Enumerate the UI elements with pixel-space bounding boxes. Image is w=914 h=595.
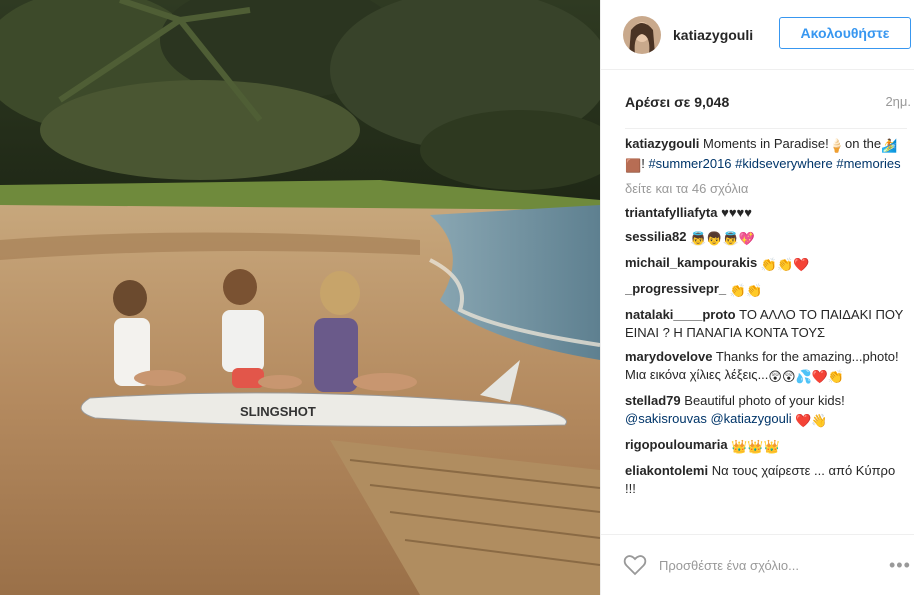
ice-cream-icon: 🍦	[828, 138, 845, 153]
people-emoji-icon: 👼👦👼💖	[690, 231, 755, 246]
comment-username[interactable]: rigopouloumaria	[625, 437, 728, 452]
hashtag-memories[interactable]: #memories	[836, 156, 900, 171]
comment-input[interactable]	[659, 552, 889, 578]
post-time[interactable]: 2ημ.	[885, 94, 911, 110]
hashtag-summer2016[interactable]: #summer2016	[648, 156, 731, 171]
comment: triantafylliafyta ♥♥♥♥	[625, 204, 907, 222]
faces-heart-icon: 😲😲💦❤️👏	[768, 369, 845, 384]
follow-button[interactable]: Ακολουθήστε	[779, 17, 911, 49]
mention-link[interactable]: @sakisrouvas	[625, 411, 707, 426]
heart-wave-icon: ❤️👋	[795, 413, 828, 428]
comment-username[interactable]: natalaki____proto	[625, 307, 736, 322]
comment: _progressivepr_ 👏👏	[625, 280, 907, 300]
crown-icon: 👑👑👑	[731, 439, 780, 454]
comment-username[interactable]: eliakontolemi	[625, 463, 708, 478]
avatar[interactable]	[623, 15, 661, 54]
caption: katiazygouli Moments in Paradise!🍦on the…	[625, 135, 907, 175]
caption-text: Moments in Paradise!	[703, 136, 829, 151]
hashtag-kidseverywhere[interactable]: #kidseverywhere	[735, 156, 833, 171]
mention-link[interactable]: @katiazygouli	[710, 411, 791, 426]
beach-photo: SLINGSHOT	[0, 0, 600, 595]
post-side-panel: katiazygouli Ακολουθήστε Αρέσει σε 9,048…	[600, 0, 914, 595]
likes-row: Αρέσει σε 9,048 2ημ.	[625, 94, 911, 110]
comment: rigopouloumaria 👑👑👑	[625, 436, 907, 456]
comment: natalaki____proto ΤΟ ΑΛΛΟ ΤΟ ΠΑΙΔΑΚΙ ΠΟΥ…	[625, 306, 907, 342]
caption-username[interactable]: katiazygouli	[625, 136, 699, 151]
clap-icon: 👏👏	[729, 283, 763, 298]
post-photo[interactable]: SLINGSHOT	[0, 0, 600, 595]
caption-text-exclaim: !	[641, 156, 645, 171]
caption-text-on: on	[844, 136, 860, 151]
more-options-icon[interactable]: •••	[889, 555, 911, 576]
comment: eliakontolemi Να τους χαίρεστε ... από Κ…	[625, 462, 907, 498]
comment-text: Beautiful photo of your kids!	[684, 393, 845, 408]
board-icon: 🟫	[625, 158, 642, 173]
caption-text-the: the	[863, 136, 882, 151]
post-header: katiazygouli Ακολουθήστε	[601, 0, 914, 70]
comment-username[interactable]: _progressivepr_	[625, 281, 726, 296]
comment: stellad79 Beautiful photo of your kids! …	[625, 392, 907, 430]
clap-heart-icon: 👏👏❤️	[760, 257, 810, 272]
add-comment-row: •••	[601, 534, 914, 595]
instagram-post: SLINGSHOT katiazygouli Ακολουθήστε Αρέσε…	[0, 0, 914, 595]
comment: marydovelove Thanks for the amazing...ph…	[625, 348, 907, 386]
comment-username[interactable]: marydovelove	[625, 349, 712, 364]
header-username[interactable]: katiazygouli	[673, 27, 753, 43]
comment-username[interactable]: michail_kampourakis	[625, 255, 757, 270]
view-more-comments-link[interactable]: δείτε και τα 46 σχόλια	[625, 181, 907, 196]
comments-list: katiazygouli Moments in Paradise!🍦on the…	[625, 128, 907, 533]
comment-username[interactable]: sessilia82	[625, 229, 686, 244]
comment-text: ♥♥♥♥	[721, 205, 752, 220]
comment-username[interactable]: triantafylliafyta	[625, 205, 717, 220]
comment-username[interactable]: stellad79	[625, 393, 681, 408]
comment: michail_kampourakis 👏👏❤️	[625, 254, 907, 274]
comment: sessilia82 👼👦👼💖	[625, 228, 907, 248]
likes-count[interactable]: Αρέσει σε 9,048	[625, 94, 729, 110]
surfer-icon: 🏄	[881, 138, 898, 153]
heart-icon[interactable]	[623, 554, 647, 576]
board-brand-text: SLINGSHOT	[240, 404, 316, 419]
